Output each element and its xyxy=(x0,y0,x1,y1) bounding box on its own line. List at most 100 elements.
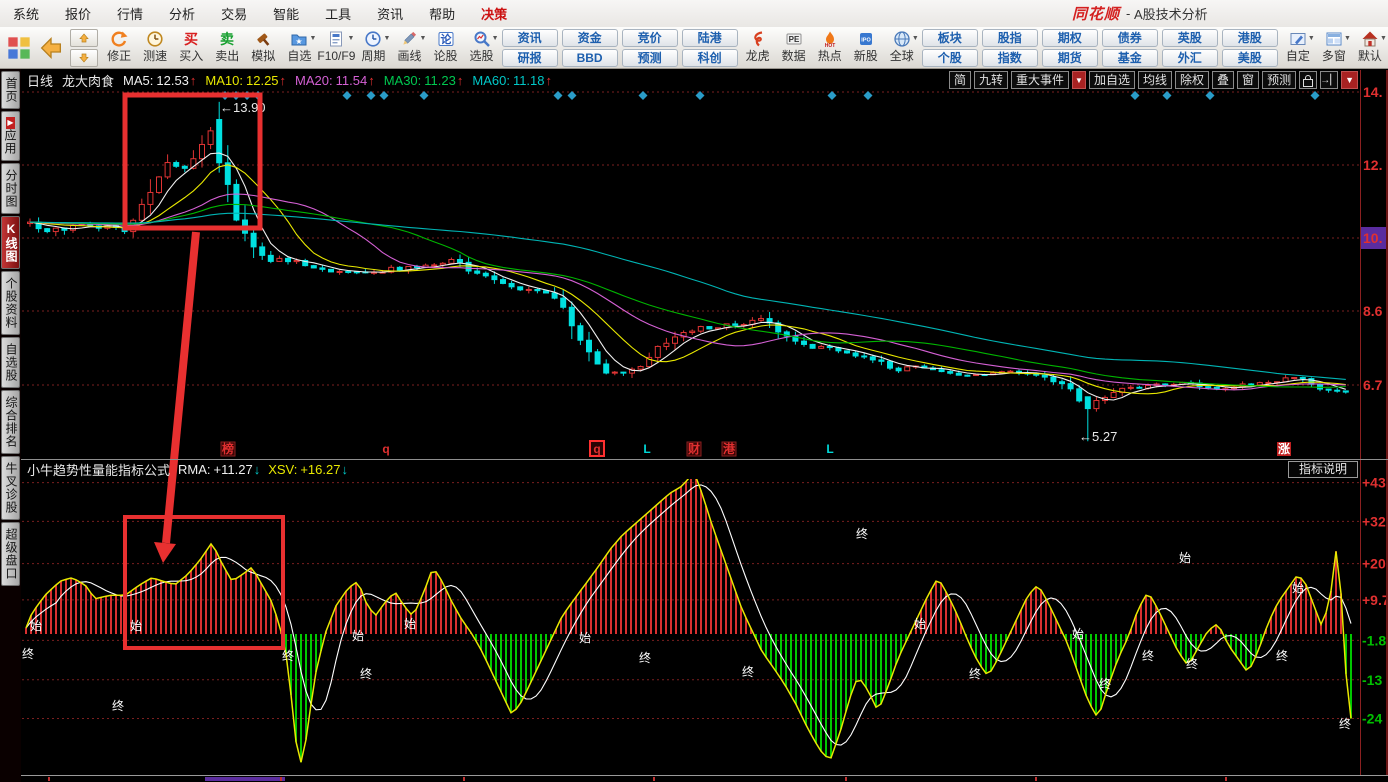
price-axis-label: 8.6 xyxy=(1363,303,1383,319)
annotation-arrow-shaft xyxy=(166,232,196,543)
indicator-axis-label: +32 xyxy=(1362,513,1386,529)
ma-number: 12.25 xyxy=(246,73,279,88)
ma-label: MA60: xyxy=(472,73,510,88)
start-end-label: 终 xyxy=(1099,676,1111,691)
annotation-rect-indicator xyxy=(125,517,283,648)
start-end-label: 终 xyxy=(112,698,124,713)
stock-name: 龙大肉食 xyxy=(62,71,114,90)
kline-button-9[interactable]: 预测 xyxy=(1262,71,1296,89)
start-end-label: 始 xyxy=(1292,581,1304,595)
up-arrow-icon: ↑ xyxy=(457,73,464,88)
ma-value-3: MA20:11.54↑ xyxy=(295,73,375,88)
start-end-label: 始 xyxy=(404,617,416,631)
indicator-field-value: +11.27 xyxy=(214,462,253,477)
period-label[interactable]: 日线 xyxy=(27,71,53,90)
ma-value-4: MA30:11.23↑ xyxy=(384,73,464,88)
price-axis-label: 12. xyxy=(1363,157,1382,173)
indicator-axis-label: -13 xyxy=(1362,672,1382,688)
event-letter[interactable]: 榜 xyxy=(222,441,234,456)
start-end-label: 终 xyxy=(1276,648,1288,663)
indicator-axis-label: -24 xyxy=(1362,710,1382,726)
indicator-field-label: RMA: xyxy=(178,462,211,477)
start-end-label: 终 xyxy=(1339,716,1351,731)
start-end-label: 始 xyxy=(579,631,591,645)
up-arrow-icon: ↑ xyxy=(190,73,197,88)
ma-number: 11.54 xyxy=(336,73,368,88)
ma-label: MA20: xyxy=(295,73,333,88)
indicator-header: 小牛趋势性量能指标公式 RMA:+11.27↓XSV:+16.27↓ xyxy=(27,462,356,477)
start-end-label: 始 xyxy=(1072,627,1084,641)
ma-label: MA10: xyxy=(205,73,243,88)
indicator-field-value: +16.27 xyxy=(300,462,340,477)
start-end-label: 始 xyxy=(352,629,364,643)
indicator-axis-label: +9.7 xyxy=(1362,592,1388,608)
kline-button-5[interactable]: 均线 xyxy=(1138,71,1172,89)
ma-number: 11.18 xyxy=(513,73,545,88)
start-end-label: 始 xyxy=(1179,551,1191,565)
event-letter[interactable]: 财 xyxy=(687,441,700,456)
start-end-label: 终 xyxy=(22,646,34,661)
ma-number: 11.23 xyxy=(424,73,456,88)
start-end-label: 终 xyxy=(639,650,651,665)
kline-button-4[interactable]: 加自选 xyxy=(1089,71,1135,89)
lock-button[interactable] xyxy=(1299,71,1317,89)
kline-button-3[interactable]: 重大事件 xyxy=(1011,71,1069,89)
start-end-label: 始 xyxy=(30,619,42,633)
start-end-label: 终 xyxy=(969,666,981,681)
ma-value-5: MA60:11.18↑ xyxy=(472,73,552,88)
chart-canvas[interactable]: 14.12.10.8.66.7榜qqL财港L涨←13.90←5.27+43+32… xyxy=(0,0,1388,782)
candles-group xyxy=(28,102,1349,441)
next-button[interactable]: →▏ xyxy=(1320,71,1338,89)
start-end-label: 终 xyxy=(742,664,754,679)
event-letter[interactable]: 涨 xyxy=(1278,441,1290,456)
kline-button-6[interactable]: 除权 xyxy=(1175,71,1209,89)
indicator-axis-label: +20 xyxy=(1362,556,1386,572)
price-axis-label: 6.7 xyxy=(1363,377,1383,393)
kline-button-8[interactable]: 窗 xyxy=(1237,71,1259,89)
event-markers-group: 榜qqL财港L涨 xyxy=(221,441,1291,456)
indicator-help-button[interactable]: 指标说明 xyxy=(1288,461,1358,478)
start-end-label: 始 xyxy=(130,619,142,633)
event-diamonds-group xyxy=(221,91,1320,100)
indicator-field-1: RMA:+11.27↓ xyxy=(178,462,260,477)
event-letter[interactable]: q xyxy=(382,442,389,456)
down-arrow-icon: ↓ xyxy=(254,462,261,477)
price-axis-label: 10. xyxy=(1363,230,1382,246)
ma-value-1: MA5:12.53↑ xyxy=(123,73,196,88)
ma-value-2: MA10:12.25↑ xyxy=(205,73,286,88)
indicator-axis-label: +43 xyxy=(1362,475,1386,491)
kline-button-2[interactable]: 九转 xyxy=(974,71,1008,89)
indicator-title: 小牛趋势性量能指标公式 xyxy=(27,460,170,479)
event-letter[interactable]: L xyxy=(826,442,833,456)
indicator-field-2: XSV:+16.27↓ xyxy=(268,462,348,477)
low-price-label: ←5.27 xyxy=(1079,429,1117,444)
event-letter[interactable]: q xyxy=(593,442,600,456)
price-axis-label: 14. xyxy=(1363,84,1382,100)
up-arrow-icon: ↑ xyxy=(546,73,553,88)
kline-button-7[interactable]: 叠 xyxy=(1212,71,1234,89)
panel-separator xyxy=(21,459,1388,460)
up-arrow-icon: ↑ xyxy=(280,73,287,88)
start-end-label: 始 xyxy=(914,617,926,631)
start-end-label: 终 xyxy=(1186,656,1198,671)
bottom-timeline[interactable] xyxy=(48,777,1227,781)
annotation-arrow-head xyxy=(154,542,176,563)
ma-number: 12.53 xyxy=(156,73,189,88)
more-dropdown-button[interactable]: ▼ xyxy=(1341,71,1358,89)
event-letter[interactable]: L xyxy=(643,442,650,456)
event-letter[interactable]: 港 xyxy=(723,441,736,456)
kline-button-1[interactable]: 简 xyxy=(949,71,971,89)
indicator-field-label: XSV: xyxy=(268,462,297,477)
start-end-label: 终 xyxy=(360,666,372,681)
events-dropdown-caret-icon[interactable]: ▼ xyxy=(1072,71,1086,89)
ma-label: MA5: xyxy=(123,73,153,88)
ma-label: MA30: xyxy=(384,73,422,88)
indicator-values: RMA:+11.27↓XSV:+16.27↓ xyxy=(178,462,356,477)
ma-values: MA5:12.53↑MA10:12.25↑MA20:11.54↑MA30:11.… xyxy=(123,73,561,88)
indicator-axis-label: -1.8 xyxy=(1362,632,1386,648)
start-end-label: 终 xyxy=(1142,648,1154,663)
bottom-separator xyxy=(21,775,1388,776)
up-arrow-icon: ↑ xyxy=(368,73,375,88)
annotation-group xyxy=(125,95,283,648)
kline-toolbar: 简九转重大事件▼加自选均线除权叠窗预测→▏▼ xyxy=(949,71,1358,89)
